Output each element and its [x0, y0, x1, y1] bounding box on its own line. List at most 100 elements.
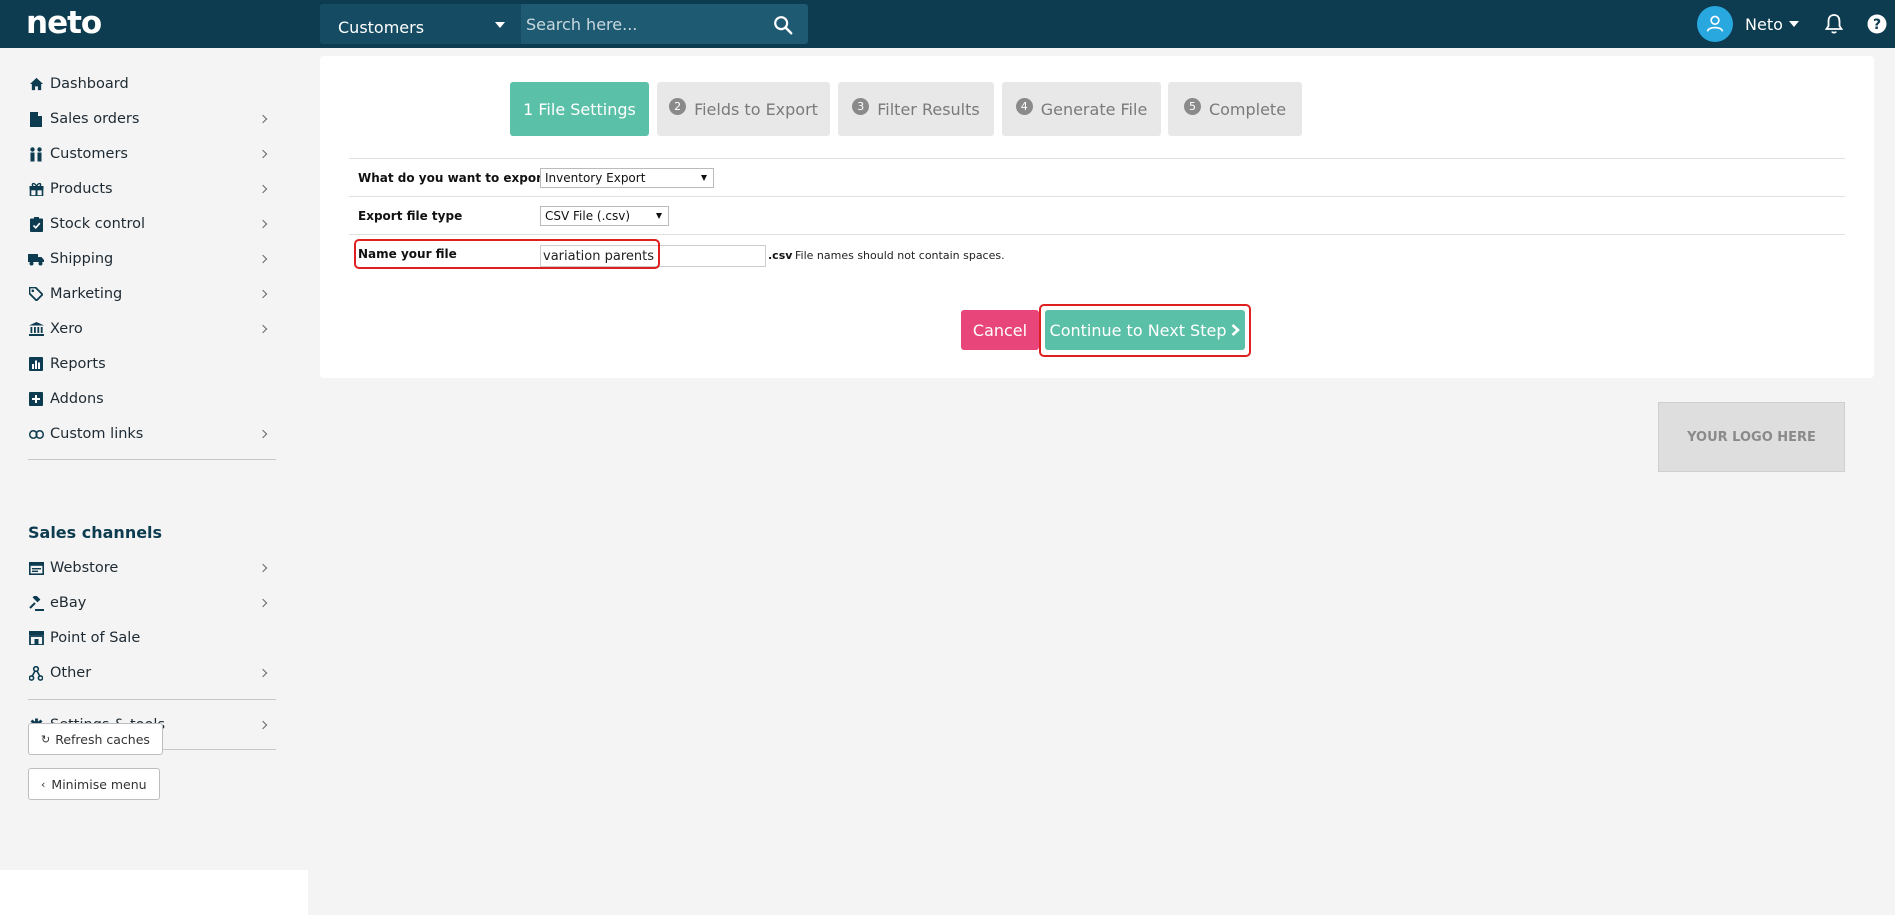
step-label: Filter Results [877, 99, 980, 119]
step-label: 1 File Settings [523, 99, 636, 119]
home-icon [28, 76, 44, 92]
sidebar-item-label: Dashboard [50, 76, 129, 92]
step-file-settings[interactable]: 1 File Settings [510, 82, 649, 136]
file-icon [28, 111, 44, 127]
footer-strip [0, 870, 308, 915]
sidebar-item-ebay[interactable]: eBay [28, 589, 276, 617]
sidebar-item-point-of-sale[interactable]: Point of Sale [28, 624, 276, 652]
step-label: Fields to Export [694, 99, 818, 119]
export-type-value: Inventory Export [545, 171, 646, 185]
export-wizard-card: 1 File Settings 2 Fields to Export 3 Fil… [320, 56, 1874, 378]
user-menu[interactable]: Neto [1697, 6, 1799, 42]
chevron-left-icon: ‹ [41, 777, 46, 791]
gift-icon [28, 181, 44, 197]
file-type-value: CSV File (.csv) [545, 209, 631, 223]
sidebar-item-reports[interactable]: Reports [28, 350, 276, 378]
sidebar-item-label: Customers [50, 146, 128, 162]
minimise-menu-label: Minimise menu [51, 776, 147, 792]
sidebar-item-label: Custom links [50, 426, 144, 442]
tag-icon [28, 286, 44, 302]
sitemap-icon [28, 665, 44, 681]
step-label: Generate File [1040, 99, 1148, 119]
row-divider [349, 158, 1845, 159]
store-icon [28, 630, 44, 646]
minimise-menu-button[interactable]: ‹ Minimise menu [28, 768, 160, 800]
step-label: Complete [1208, 99, 1287, 119]
search-icon[interactable] [772, 14, 794, 36]
svg-text:?: ? [1873, 17, 1881, 33]
user-name: Neto [1745, 14, 1783, 34]
users-icon [28, 146, 44, 162]
sidebar-item-webstore[interactable]: Webstore [28, 554, 276, 582]
chevron-right-icon [258, 254, 268, 264]
caret-down-icon [495, 22, 505, 28]
chevron-right-icon [258, 563, 268, 573]
browser-icon [28, 560, 44, 576]
bell-icon[interactable] [1824, 13, 1844, 35]
sidebar-item-label: Webstore [50, 560, 119, 576]
chevron-right-icon [258, 429, 268, 439]
export-type-label: What do you want to export? [358, 171, 555, 185]
logo-placeholder: YOUR LOGO HERE [1658, 402, 1845, 472]
avatar [1697, 6, 1733, 42]
search-input[interactable] [526, 4, 756, 44]
top-navigation-bar: neto Customers Neto ? [0, 0, 1895, 48]
chevron-right-icon [258, 219, 268, 229]
link-icon [28, 426, 44, 442]
highlight-annotation [1039, 304, 1251, 357]
clipboard-check-icon [28, 216, 44, 232]
file-name-hint: File names should not contain spaces. [795, 249, 1005, 262]
row-divider [349, 196, 1845, 197]
sidebar-item-label: Addons [50, 391, 104, 407]
file-type-label: Export file type [358, 209, 463, 223]
sidebar-item-label: Other [50, 665, 92, 681]
sales-channels-heading: Sales channels [28, 523, 163, 542]
file-type-select[interactable]: CSV File (.csv) [540, 206, 669, 226]
sidebar-item-label: Marketing [50, 286, 123, 302]
export-type-select[interactable]: Inventory Export [540, 168, 714, 188]
chevron-right-icon [258, 114, 268, 124]
gavel-icon [28, 595, 44, 611]
sidebar-item-shipping[interactable]: Shipping [28, 245, 276, 273]
highlight-annotation [354, 239, 660, 269]
sidebar-item-label: Point of Sale [50, 630, 141, 646]
chevron-right-icon [258, 149, 268, 159]
step-fields-to-export[interactable]: 2 Fields to Export [657, 82, 830, 136]
sidebar-item-label: Stock control [50, 216, 146, 232]
sidebar-divider [28, 699, 276, 700]
search-scope-dropdown[interactable]: Customers [320, 4, 521, 44]
refresh-caches-label: Refresh caches [55, 731, 150, 747]
step-number-badge: 5 [1183, 97, 1201, 115]
sidebar-item-products[interactable]: Products [28, 175, 276, 203]
sidebar-item-label: eBay [50, 595, 87, 611]
chevron-right-icon [258, 184, 268, 194]
sidebar-item-stock-control[interactable]: Stock control [28, 210, 276, 238]
cancel-button[interactable]: Cancel [961, 310, 1039, 350]
sidebar-item-dashboard[interactable]: Dashboard [28, 70, 276, 98]
sidebar-item-label: Products [50, 181, 113, 197]
sidebar-item-label: Sales orders [50, 111, 140, 127]
step-filter-results[interactable]: 3 Filter Results [838, 82, 994, 136]
sidebar-item-label: Reports [50, 356, 106, 372]
step-number-badge: 2 [669, 97, 687, 115]
chevron-right-icon [258, 598, 268, 608]
help-icon[interactable]: ? [1867, 14, 1887, 34]
step-complete[interactable]: 5 Complete [1168, 82, 1302, 136]
sidebar-item-marketing[interactable]: Marketing [28, 280, 276, 308]
sidebar: Dashboard Sales orders Customers Product… [0, 48, 308, 870]
sidebar-item-addons[interactable]: Addons [28, 385, 276, 413]
file-extension: .csv [768, 249, 793, 262]
chevron-right-icon [258, 668, 268, 678]
step-generate-file[interactable]: 4 Generate File [1002, 82, 1161, 136]
chevron-right-icon [258, 324, 268, 334]
refresh-caches-button[interactable]: ↻ Refresh caches [28, 723, 163, 755]
sidebar-item-sales-orders[interactable]: Sales orders [28, 105, 276, 133]
refresh-icon: ↻ [41, 732, 51, 746]
sidebar-item-customers[interactable]: Customers [28, 140, 276, 168]
bar-chart-icon [28, 356, 44, 372]
sidebar-item-other[interactable]: Other [28, 659, 276, 687]
neto-logo[interactable]: neto [26, 6, 102, 40]
sidebar-item-custom-links[interactable]: Custom links [28, 420, 276, 448]
plus-square-icon [28, 391, 44, 407]
sidebar-item-xero[interactable]: Xero [28, 315, 276, 343]
